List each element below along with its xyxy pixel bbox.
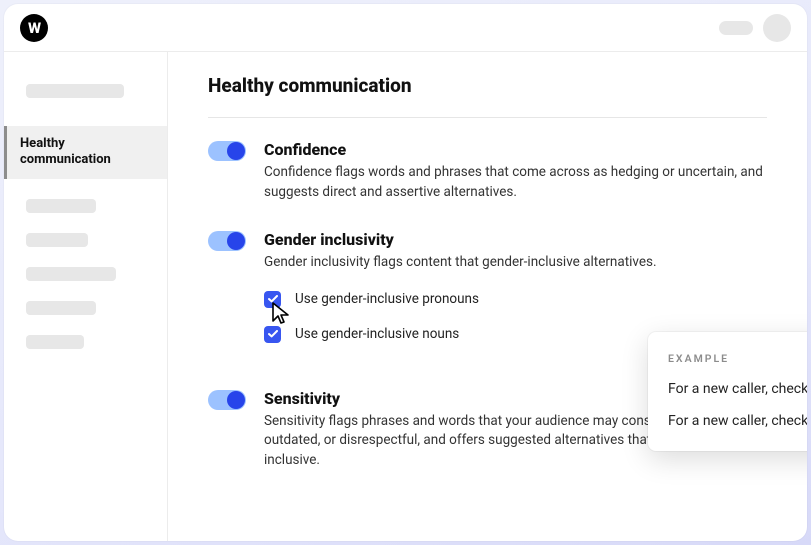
example-line-after: For a new caller, check their customer I…: [668, 413, 807, 429]
sidebar-item-healthy-communication[interactable]: Healthy communication: [4, 126, 167, 179]
content: Healthy communication Confidence Confide…: [168, 52, 807, 541]
sidebar-item-placeholder[interactable]: [26, 84, 124, 98]
check-icon: [268, 295, 278, 303]
toggle-confidence[interactable]: [208, 141, 246, 161]
logo-letter: W: [28, 19, 40, 37]
example-text: For a new caller, check: [668, 413, 807, 429]
app-logo[interactable]: W: [20, 14, 48, 42]
divider: [208, 117, 767, 118]
section-body: Confidence Confidence flags words and ph…: [264, 140, 767, 202]
example-text: For a new caller, check: [668, 381, 807, 397]
sidebar-item-placeholder[interactable]: [26, 199, 96, 213]
checkbox-label: Use gender-inclusive pronouns: [295, 291, 479, 307]
section-title: Gender inclusivity: [264, 230, 767, 249]
page-title: Healthy communication: [208, 74, 767, 97]
body: Healthy communication Healthy communicat…: [4, 52, 807, 541]
section-confidence: Confidence Confidence flags words and ph…: [208, 140, 767, 202]
checkbox-label: Use gender-inclusive nouns: [295, 326, 459, 342]
checkbox-row-pronouns: Use gender-inclusive pronouns: [264, 291, 767, 308]
sidebar-item-label: Healthy communication: [20, 136, 111, 167]
example-heading: EXAMPLE: [668, 352, 807, 365]
topbar: W: [4, 4, 807, 52]
toggle-sensitivity[interactable]: [208, 390, 246, 410]
avatar[interactable]: [763, 14, 791, 42]
sidebar-item-placeholder[interactable]: [26, 301, 96, 315]
topbar-right: [719, 14, 791, 42]
app-window: W Healthy communication Healthy communic…: [4, 4, 807, 541]
section-title: Confidence: [264, 140, 767, 159]
sidebar-item-placeholder[interactable]: [26, 267, 116, 281]
checkbox-gender-nouns[interactable]: [264, 326, 281, 343]
check-icon: [268, 330, 278, 338]
example-popover: EXAMPLE For a new caller, check his cust…: [648, 332, 807, 451]
sidebar-item-placeholder[interactable]: [26, 335, 84, 349]
example-line-before: For a new caller, check his customer ID: [668, 381, 807, 397]
toggle-gender-inclusivity[interactable]: [208, 231, 246, 251]
section-description: Confidence flags words and phrases that …: [264, 163, 767, 202]
sidebar-item-placeholder[interactable]: [26, 233, 88, 247]
topbar-placeholder-item: [719, 21, 753, 35]
checkbox-gender-pronouns[interactable]: [264, 291, 281, 308]
section-description: Gender inclusivity flags content that ge…: [264, 253, 767, 273]
sidebar: Healthy communication: [4, 52, 168, 541]
